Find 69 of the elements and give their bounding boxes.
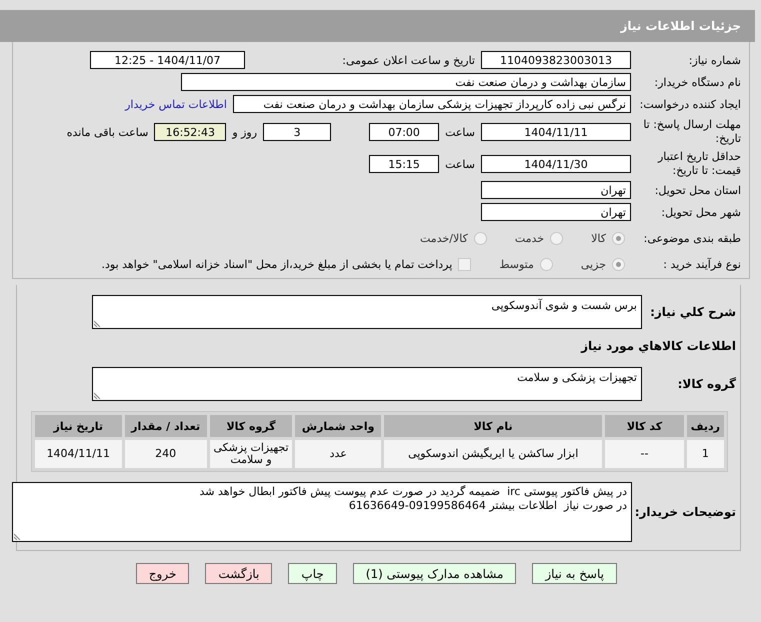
countdown-value: 16:52:43 bbox=[154, 123, 226, 141]
radio-label: کالا bbox=[591, 232, 606, 244]
field-label: نوع فرآیند خرید : bbox=[662, 258, 742, 270]
field-value: 1104093823003013 bbox=[481, 51, 631, 69]
table-cell: تجهیزات پزشکی و سلامت bbox=[210, 440, 292, 468]
field-label: شرح کلي نياز: bbox=[649, 305, 737, 319]
column-header: گروه کالا bbox=[210, 415, 292, 437]
table-cell: 1404/11/11 bbox=[35, 440, 122, 468]
resize-grip-icon[interactable] bbox=[94, 392, 101, 399]
radio-label: خدمت bbox=[514, 232, 544, 244]
radio-button[interactable] bbox=[474, 232, 487, 244]
field-value: نرگس نبی زاده کارپرداز تجهیزات پزشکی سازمان بهداشت و درمان صنعت نفت bbox=[233, 95, 631, 113]
column-header: واحد شمارش bbox=[295, 415, 382, 437]
checkbox[interactable] bbox=[458, 258, 472, 270]
field-label: گروه کالا: bbox=[676, 377, 737, 391]
text-area[interactable]: در پیش فاکتور پیوستی irc ضمیمه گردید در صورت عدم پیوست پیش فاکتور ابطال خواهد شد در صورت نیاز اطلاعات بیشتر 09199586464-61636649 bbox=[12, 482, 632, 542]
table-cell: 240 bbox=[124, 440, 207, 468]
page-title: جزئیات اطلاعات نیاز bbox=[0, 10, 755, 42]
column-header: کد کالا bbox=[605, 415, 684, 437]
field-value: تهران bbox=[481, 181, 631, 199]
radio-button[interactable] bbox=[550, 232, 564, 244]
field-label: توضیحات خریدار: bbox=[634, 505, 737, 519]
field-label: طبقه بندی موضوعی: bbox=[642, 232, 742, 244]
radio-button[interactable] bbox=[612, 232, 625, 244]
table-cell: عدد bbox=[295, 440, 382, 468]
field-value: 1404/11/30 bbox=[481, 155, 631, 173]
text-area[interactable]: تجهیزات پزشکی و سلامت bbox=[92, 367, 642, 401]
action-button[interactable]: پاسخ به نیاز bbox=[532, 563, 617, 584]
resize-grip-icon[interactable] bbox=[14, 533, 21, 540]
field-label: شهر محل تحویل: bbox=[660, 206, 742, 218]
action-button[interactable]: مشاهده مدارک پیوستی (1) bbox=[352, 563, 516, 584]
contact-link[interactable]: اطلاعات تماس خریدار bbox=[125, 98, 233, 110]
field-label: استان محل تحویل: bbox=[654, 184, 742, 196]
column-header: تعداد / مقدار bbox=[124, 415, 207, 437]
action-button[interactable]: خروج bbox=[136, 563, 190, 584]
field-value: 07:00 bbox=[369, 123, 440, 141]
field-label: شماره نیاز: bbox=[688, 54, 742, 66]
field-label: ساعت bbox=[444, 126, 476, 138]
radio-label: کالا/خدمت bbox=[420, 232, 468, 244]
resize-grip-icon[interactable] bbox=[94, 320, 101, 327]
text-area[interactable]: برس شست و شوی آندوسکوپی bbox=[92, 295, 642, 329]
field-label: ایجاد کننده درخواست: bbox=[638, 98, 742, 110]
column-header: نام کالا bbox=[384, 415, 602, 437]
checkbox-label: پرداخت تمام یا بخشی از مبلغ خرید،از محل "اسناد خزانه اسلامی" خواهد بود. bbox=[102, 258, 452, 270]
radio-button[interactable] bbox=[612, 258, 625, 270]
field-value: سازمان بهداشت و درمان صنعت نفت bbox=[181, 73, 631, 91]
field-label: ساعت باقی مانده bbox=[66, 126, 150, 138]
radio-label: جزیی bbox=[580, 258, 606, 270]
action-button[interactable]: بازگشت bbox=[205, 563, 272, 584]
field-label: تاریخ و ساعت اعلان عمومی: bbox=[341, 54, 476, 66]
section-title: اطلاعات کالاهاي مورد نياز bbox=[580, 338, 737, 353]
field-label: حداقل تاریخ اعتبار قیمت: تا تاریخ: bbox=[656, 150, 742, 178]
field-label: روز و bbox=[230, 126, 258, 138]
field-value: 3 bbox=[263, 123, 332, 141]
field-value: تهران bbox=[481, 203, 631, 221]
radio-button[interactable] bbox=[540, 258, 553, 270]
column-header: ردیف bbox=[686, 415, 724, 437]
table-cell: 1 bbox=[686, 440, 724, 468]
field-value: 1404/11/11 bbox=[481, 123, 631, 141]
table-cell: ابزار ساکشن یا ایریگیشن اندوسکوپی bbox=[384, 440, 602, 468]
field-value: 15:15 bbox=[369, 155, 440, 173]
column-header: تاریخ نیاز bbox=[35, 415, 122, 437]
field-label: نام دستگاه خریدار: bbox=[653, 76, 742, 88]
field-value: 1404/11/07 - 12:25 bbox=[90, 51, 245, 69]
action-button[interactable]: چاپ bbox=[288, 563, 337, 584]
field-label: مهلت ارسال پاسخ: تا تاریخ: bbox=[642, 118, 742, 146]
radio-label: متوسط bbox=[499, 258, 534, 270]
field-label: ساعت bbox=[444, 158, 476, 170]
table-cell: -- bbox=[605, 440, 684, 468]
